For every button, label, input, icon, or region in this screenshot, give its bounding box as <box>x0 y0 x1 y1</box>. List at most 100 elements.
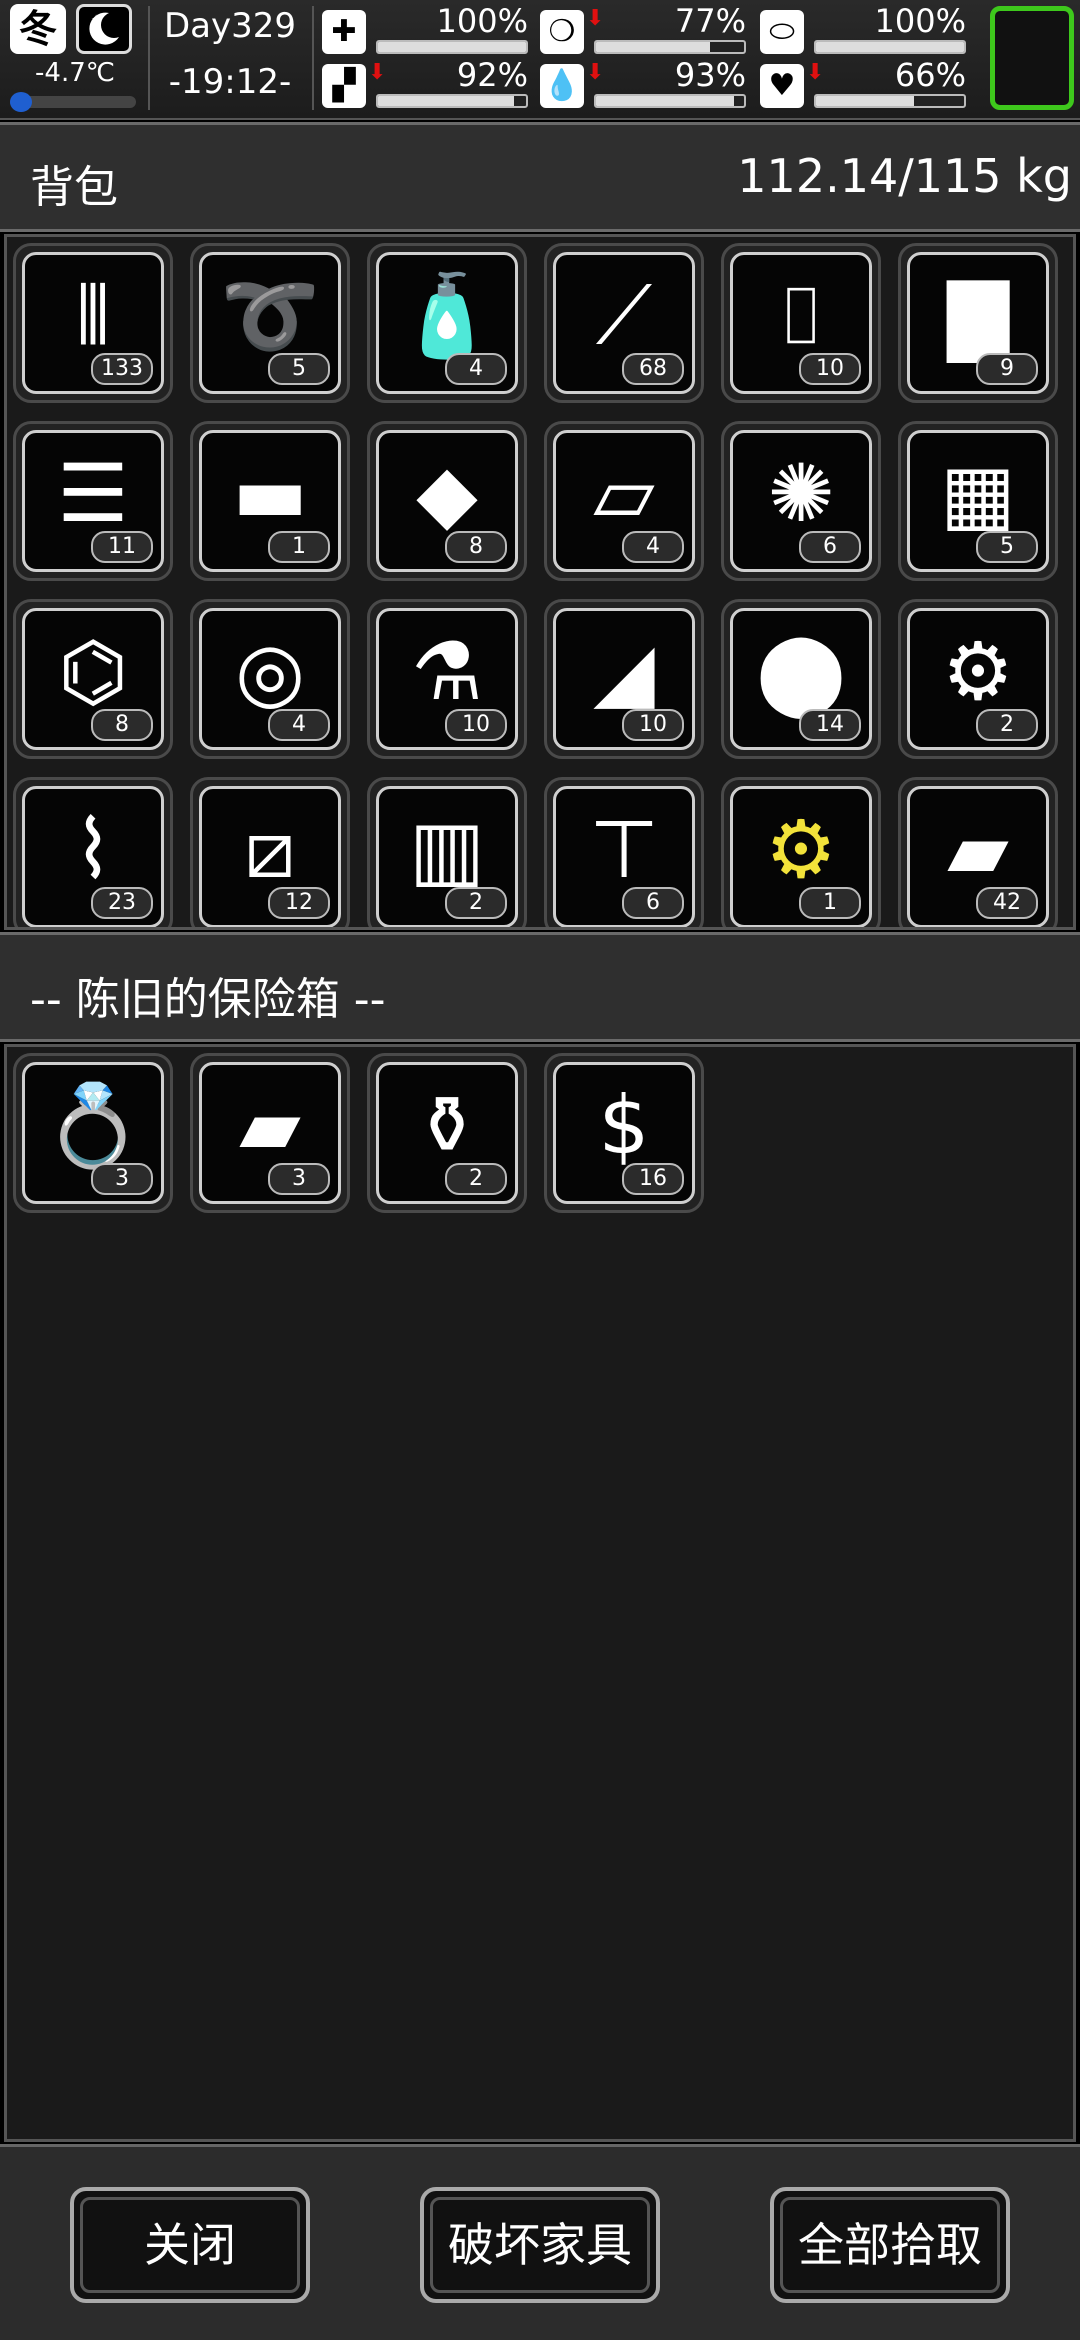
item-frame: ▥ 2 <box>376 786 518 927</box>
item-slot[interactable]: $16 <box>544 1053 704 1213</box>
item-quantity: 11 <box>91 531 153 563</box>
item-slot[interactable]: ⌷ 10 <box>721 243 881 403</box>
item-slot[interactable]: ▰ 42 <box>898 777 1058 927</box>
item-frame: ◆ 8 <box>376 430 518 572</box>
item-frame: ⚱ 2 <box>376 1062 518 1204</box>
item-slot[interactable]: ◎ 4 <box>190 599 350 759</box>
item-slot[interactable]: ▱ 4 <box>544 421 704 581</box>
stat-value: 92% <box>456 56 528 94</box>
take-all-button[interactable]: 全部拾取 <box>770 2187 1010 2303</box>
item-quantity: 5 <box>976 531 1038 563</box>
item-slot[interactable]: ⌇ 23 <box>13 777 173 927</box>
item-frame: ⌬ 8 <box>22 608 164 750</box>
item-slot[interactable]: ✺ 6 <box>721 421 881 581</box>
item-slot[interactable]: ▦ 5 <box>898 421 1058 581</box>
item-slot[interactable]: ⌬ 8 <box>13 599 173 759</box>
stat-bar <box>376 40 528 54</box>
stat-value: 66% <box>894 56 966 94</box>
item-frame: ✺ 6 <box>730 430 872 572</box>
item-slot[interactable]: ⚙ 2 <box>898 599 1058 759</box>
destroy-furniture-button[interactable]: 破坏家具 <box>420 2187 660 2303</box>
item-slot[interactable]: ⚙ 1 <box>721 777 881 927</box>
item-slot[interactable]: ◆ 8 <box>367 421 527 581</box>
item-frame: 🧴 4 <box>376 252 518 394</box>
item-slot[interactable]: ⦀ 133 <box>13 243 173 403</box>
svg-text:✦: ✦ <box>91 12 101 26</box>
close-button[interactable]: 关闭 <box>70 2187 310 2303</box>
item-quantity: 3 <box>91 1163 153 1195</box>
item-slot[interactable]: ◢ 10 <box>544 599 704 759</box>
container-grid[interactable]: 💍 3 ▰ 3 ⚱ 2 $16 <box>4 1044 1076 2142</box>
item-slot[interactable]: ☰ 11 <box>13 421 173 581</box>
stat-bar-fill <box>816 96 914 106</box>
night-moon-icon: ✦ <box>76 4 132 54</box>
item-slot[interactable]: ⟋ 68 <box>544 243 704 403</box>
item-quantity: 10 <box>445 709 507 741</box>
item-slot[interactable]: ▬ 1 <box>190 421 350 581</box>
stat-bar <box>594 94 746 108</box>
item-quantity: 9 <box>976 353 1038 385</box>
item-frame: ⚙ 2 <box>907 608 1049 750</box>
item-quantity: 1 <box>268 531 330 563</box>
item-slot[interactable]: ▥ 2 <box>367 777 527 927</box>
item-quantity: 68 <box>622 353 684 385</box>
leg-icon: ▞ <box>322 64 366 108</box>
item-slot[interactable]: ⬤ 14 <box>721 599 881 759</box>
item-quantity: 2 <box>445 1163 507 1195</box>
equipped-slot[interactable] <box>990 6 1074 110</box>
backpack-title: 背包 <box>30 162 118 213</box>
game-clock: -19:12- <box>168 62 292 102</box>
stat-bar-fill <box>596 96 734 106</box>
item-frame: ⦀ 133 <box>22 252 164 394</box>
stat-value: 100% <box>436 2 528 40</box>
stat-bar-fill <box>816 42 964 52</box>
item-quantity: 6 <box>799 531 861 563</box>
item-frame: ☰ 11 <box>22 430 164 572</box>
item-slot[interactable]: ▰ 3 <box>190 1053 350 1213</box>
item-slot[interactable]: 💍 3 <box>13 1053 173 1213</box>
stat-stamina: ▞ ⬇ 92% <box>322 56 532 112</box>
item-quantity: 42 <box>976 887 1038 919</box>
item-quantity: 16 <box>622 1163 684 1195</box>
backpack-header: 背包 112.14/115 kg <box>0 122 1080 232</box>
stat-bar <box>594 40 746 54</box>
stat-value: 100% <box>874 2 966 40</box>
item-slot[interactable]: ⧄ 12 <box>190 777 350 927</box>
backpack-grid[interactable]: ⦀ 133 ➰ 5 🧴 4 ⟋ 68 ⌷ 10 ▇ 9 ☰ 11 ▬ 1 ◆ 8 ▱ 4 ✺ 6 ▦ 5 ⌬ 8 ◎ 4 ⚗ 10 ◢ 10 ⬤… <box>4 234 1076 930</box>
item-slot[interactable]: ⚱ 2 <box>367 1053 527 1213</box>
item-frame: ⌷ 10 <box>730 252 872 394</box>
item-slot[interactable]: ⚗ 10 <box>367 599 527 759</box>
temperature-gauge <box>10 92 136 112</box>
stat-bar-fill <box>596 42 710 52</box>
item-frame: 💍 3 <box>22 1062 164 1204</box>
stat-value: 77% <box>674 2 746 40</box>
item-frame: ◎ 4 <box>199 608 341 750</box>
item-frame: ⟋ 68 <box>553 252 695 394</box>
action-bar: 关闭 破坏家具 全部拾取 <box>0 2144 1080 2340</box>
stat-pill: ⬭ 100% <box>760 2 970 58</box>
stomach-icon: ❍ <box>540 10 584 54</box>
item-slot[interactable]: ⊤ 6 <box>544 777 704 927</box>
decline-arrow-icon: ⬇ <box>586 60 605 85</box>
stat-bar <box>814 40 966 54</box>
close-button-label: 关闭 <box>80 2197 300 2293</box>
item-quantity: 10 <box>622 709 684 741</box>
item-slot[interactable]: 🧴 4 <box>367 243 527 403</box>
item-frame: ▰ 42 <box>907 786 1049 927</box>
item-frame: ⊤ 6 <box>553 786 695 927</box>
item-frame: ▬ 1 <box>199 430 341 572</box>
item-slot[interactable]: ➰ 5 <box>190 243 350 403</box>
status-bar: 冬 ✦ -4.7℃ Day329 -19:12- ✚ 100% ❍ ⬇ 77% ⬭ 100%… <box>0 0 1080 120</box>
container-header: -- 陈旧的保险箱 -- <box>0 932 1080 1042</box>
item-frame: ▦ 5 <box>907 430 1049 572</box>
temperature-readout: -4.7℃ <box>35 58 115 88</box>
take-all-label: 全部拾取 <box>780 2197 1000 2293</box>
item-quantity: 8 <box>445 531 507 563</box>
item-quantity: 2 <box>445 887 507 919</box>
item-quantity: 4 <box>445 353 507 385</box>
item-frame: $16 <box>553 1062 695 1204</box>
stat-bar <box>376 94 528 108</box>
item-slot[interactable]: ▇ 9 <box>898 243 1058 403</box>
item-frame: ▱ 4 <box>553 430 695 572</box>
stat-bar <box>814 94 966 108</box>
